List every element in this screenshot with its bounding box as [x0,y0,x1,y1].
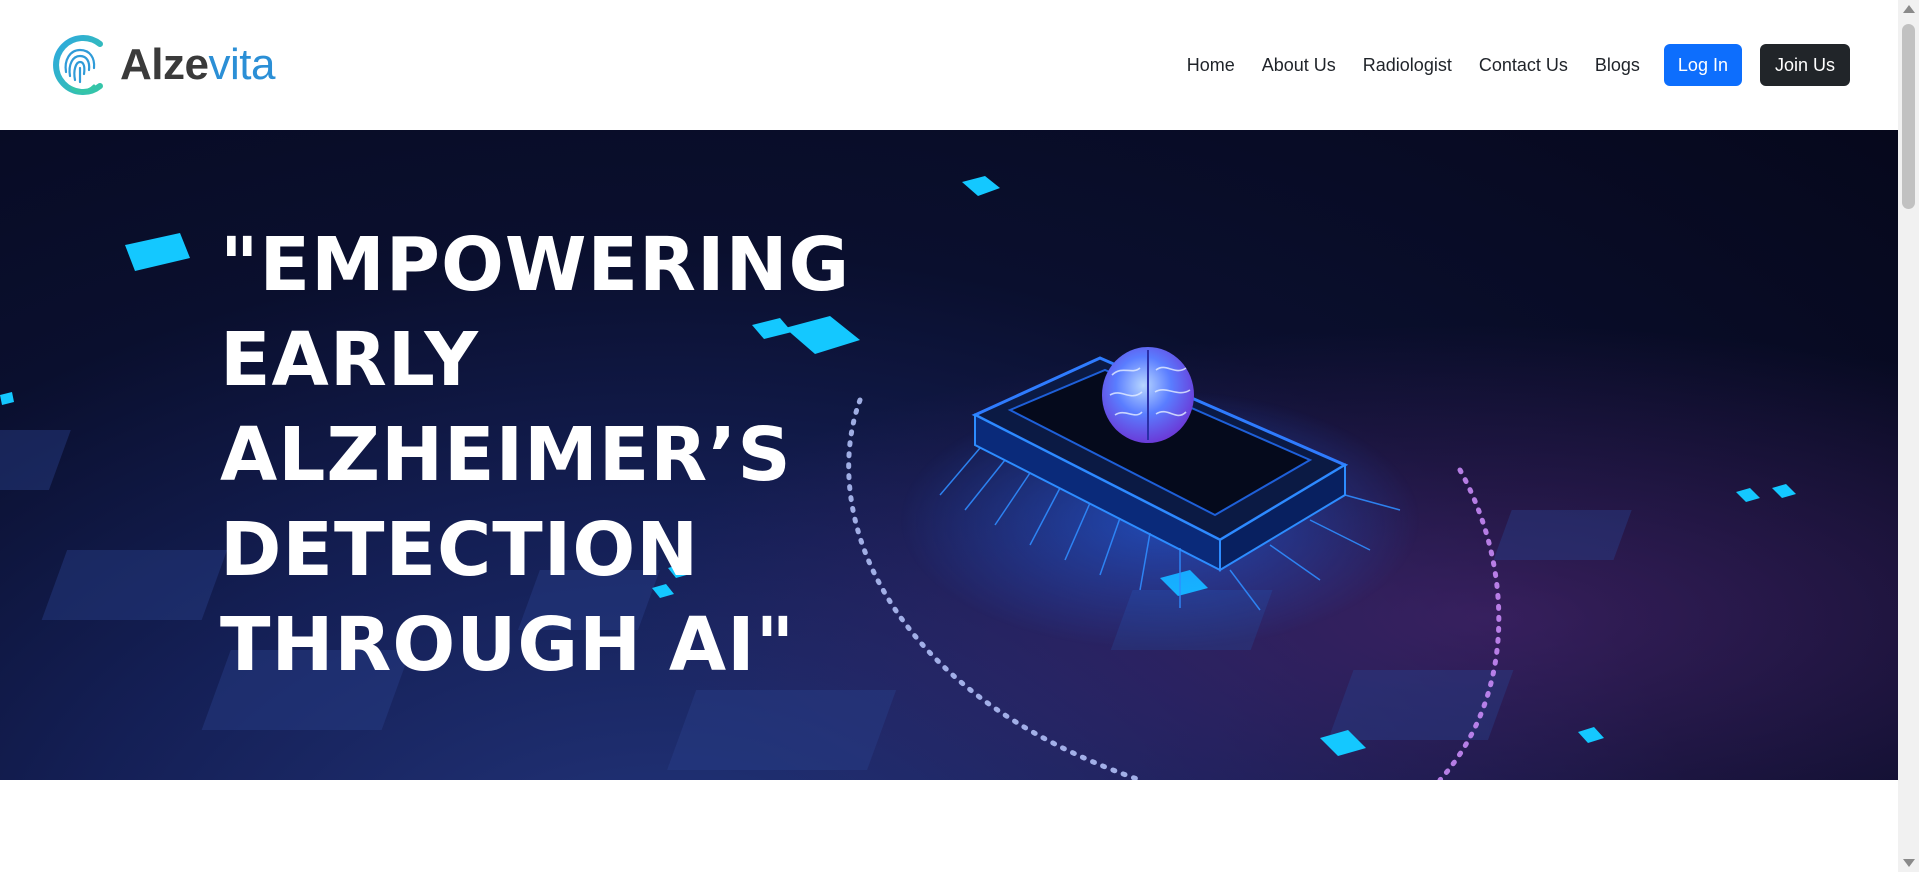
main-nav: Home About Us Radiologist Contact Us Blo… [1187,44,1850,86]
navbar: Alzevita Home About Us Radiologist Conta… [0,0,1898,130]
logo-text-part2: vita [208,40,275,89]
logo-mark-icon [53,35,103,95]
scroll-up-icon[interactable] [1903,5,1915,13]
page: Alzevita Home About Us Radiologist Conta… [0,0,1919,872]
logo-text-part1: Alze [120,40,209,89]
nav-home[interactable]: Home [1187,55,1235,76]
headline-line-1: "EMPOWERING [220,222,851,308]
vertical-scrollbar[interactable] [1898,0,1919,872]
nav-about-us[interactable]: About Us [1262,55,1336,76]
main-content: Alzevita Home About Us Radiologist Conta… [0,0,1898,872]
nav-radiologist[interactable]: Radiologist [1363,55,1452,76]
logo[interactable]: Alzevita [48,30,275,100]
join-button[interactable]: Join Us [1759,44,1850,86]
headline-line-2: EARLY [220,317,480,403]
nav-contact-us[interactable]: Contact Us [1479,55,1568,76]
headline-line-3: ALZHEIMER’S [220,412,792,498]
logo-text: Alzevita [120,40,275,90]
scroll-down-icon[interactable] [1903,859,1915,867]
login-button[interactable]: Log In [1663,44,1742,86]
headline-line-4: DETECTION [220,507,700,593]
hero-headline: "EMPOWERING EARLY ALZHEIMER’S DETECTION … [220,218,920,693]
scrollbar-thumb[interactable] [1902,24,1915,209]
hero-banner: "EMPOWERING EARLY ALZHEIMER’S DETECTION … [0,130,1898,780]
headline-line-5: THROUGH AI" [220,602,796,688]
nav-blogs[interactable]: Blogs [1595,55,1640,76]
